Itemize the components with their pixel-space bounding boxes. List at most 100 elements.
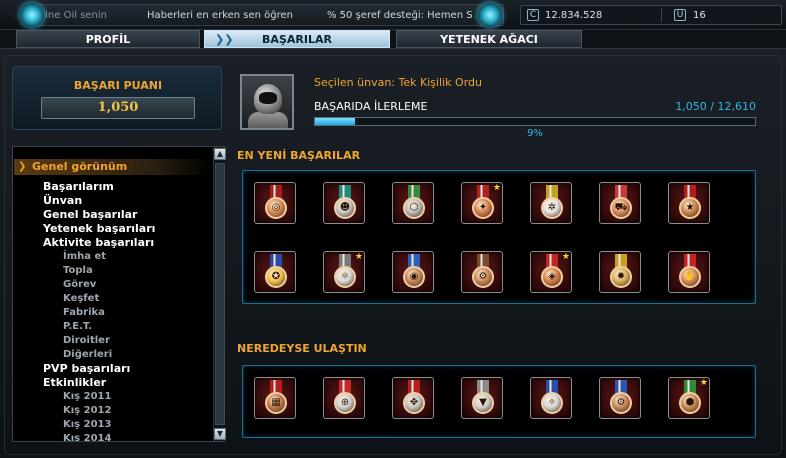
- medal-disc: ⛟: [610, 197, 632, 219]
- medal-disc: ✥: [403, 392, 425, 414]
- medal-emblem-icon: ⬢: [685, 397, 695, 408]
- currency-display: C 12.834.528 U 16: [520, 5, 782, 25]
- medal-emblem-icon: ◉: [409, 271, 419, 282]
- medal-disc: ✲: [541, 197, 563, 219]
- category-item[interactable]: Fabrika: [63, 306, 105, 319]
- alien-medal-icon[interactable]: ☻: [323, 182, 365, 224]
- category-item[interactable]: Topla: [63, 264, 93, 277]
- medal-disc: ⬡: [403, 197, 425, 219]
- category-item[interactable]: Kış 2014: [63, 432, 111, 441]
- medal-disc: ◈: [541, 266, 563, 288]
- bronze-shield-medal-icon[interactable]: ◉: [392, 251, 434, 293]
- category-item[interactable]: Kış 2012: [63, 404, 111, 417]
- selected-title: Seçilen ünvan: Tek Kişilik Ordu: [314, 76, 482, 89]
- gold-wheel-medal-icon[interactable]: ✲: [530, 182, 572, 224]
- achievement-score-box: BAŞARI PUANI 1,050: [12, 66, 222, 130]
- medal-emblem-icon: ★: [685, 202, 695, 213]
- medal-emblem-icon: ✲: [547, 202, 557, 213]
- medal-disc: ◎: [265, 197, 287, 219]
- category-item[interactable]: Keşfet: [63, 292, 99, 305]
- medal-emblem-icon: ☻: [339, 202, 351, 213]
- avatar-body: [248, 112, 288, 128]
- tab-skill-tree-label: YETENEK AĞACI: [440, 33, 538, 46]
- tab-skill-tree[interactable]: YETENEK AĞACI: [396, 30, 582, 48]
- bronze-hand-medal-icon[interactable]: ✋: [668, 251, 710, 293]
- category-item[interactable]: Aktivite başarıları: [43, 236, 154, 249]
- winged-medal-icon[interactable]: ✥: [392, 377, 434, 419]
- category-item[interactable]: Kış 2011: [63, 390, 111, 403]
- medal-disc: ☻: [334, 197, 356, 219]
- medal-disc: ▦: [265, 392, 287, 414]
- bronze-medal-icon[interactable]: ◎: [254, 182, 296, 224]
- category-list: ❯ Genel görünüm Başarılarım Ünvan Genel ba…: [12, 146, 226, 442]
- triangle-medal-icon[interactable]: ▼: [461, 377, 503, 419]
- chevron-right-icon: ❯❯: [215, 33, 234, 46]
- avatar: [240, 74, 294, 130]
- medal-emblem-icon: ✥: [409, 397, 419, 408]
- medal-emblem-icon: ⊕: [340, 397, 350, 408]
- bronze-ships-medal-icon[interactable]: ⛟: [599, 182, 641, 224]
- almost-achievements-panel: ▦ ⊕ ✥ ▼ ✧ ⚙ ⬢ ★: [242, 365, 756, 438]
- scroll-down-button[interactable]: ▼: [214, 428, 226, 440]
- ticker-text-1: rtrine Oil senin: [33, 10, 108, 21]
- top-bar: rtrine Oil senin Haberleri en erken sen …: [0, 0, 786, 30]
- score-value: 1,050: [41, 97, 195, 119]
- gold-medal-icon[interactable]: ✪: [254, 251, 296, 293]
- ticker-text-3: % 50 şeref desteği: Hemen S: [327, 10, 473, 21]
- medal-emblem-icon: ▦: [271, 397, 281, 408]
- crosshair-medal-icon[interactable]: ⊕: [323, 377, 365, 419]
- bronze-gear-medal-icon[interactable]: ⚙: [599, 377, 641, 419]
- uridium-icon: U: [674, 9, 686, 21]
- category-item[interactable]: Diroitler: [63, 334, 110, 347]
- medal-emblem-icon: ◎: [271, 202, 281, 213]
- copper-crest-medal-icon[interactable]: ◈ ★: [530, 251, 572, 293]
- scroll-thumb[interactable]: [215, 163, 225, 425]
- news-ticker[interactable]: rtrine Oil senin Haberleri en erken sen …: [28, 4, 504, 26]
- medal-disc: ✦: [472, 197, 494, 219]
- medal-disc: ⊕: [334, 392, 356, 414]
- category-item[interactable]: Genel başarılar: [43, 208, 137, 221]
- tab-profile[interactable]: PROFİL: [16, 30, 200, 48]
- category-item[interactable]: Ünvan: [43, 194, 82, 207]
- orb-left-icon: [20, 3, 44, 27]
- medal-disc: ⚙: [610, 392, 632, 414]
- category-item[interactable]: Diğerleri: [63, 348, 112, 361]
- category-item[interactable]: Etkinlikler: [43, 376, 106, 389]
- chevron-right-icon: ❯: [18, 161, 27, 172]
- medal-emblem-icon: ⛟: [614, 202, 628, 213]
- medal-disc: ⚛: [334, 266, 356, 288]
- category-scrollbar[interactable]: ▲ ▼: [213, 147, 226, 441]
- star-icon: ★: [699, 378, 708, 388]
- medal-emblem-icon: ✦: [478, 202, 488, 213]
- latest-achievements-panel: ◎ ☻ ⬡ ✦ ★ ✲ ⛟ ★ ✪ ⚛ ★ ◉ ⚙ ◈ ★ ✹ ✋: [242, 170, 756, 304]
- tab-bar: PROFİL ❯❯ BAŞARILAR YETENEK AĞACI: [0, 30, 786, 48]
- gear-medal-icon[interactable]: ⚙: [461, 251, 503, 293]
- green-hex-medal-icon[interactable]: ⬢ ★: [668, 377, 710, 419]
- credits-icon: C: [527, 9, 539, 21]
- category-item[interactable]: Başarılarım: [43, 180, 114, 193]
- score-label: BAŞARI PUANI: [73, 79, 163, 92]
- category-item[interactable]: PVP başarıları: [43, 362, 130, 375]
- atom-medal-icon[interactable]: ⚛ ★: [323, 251, 365, 293]
- star-shield-medal-icon[interactable]: ✧: [530, 377, 572, 419]
- medal-disc: ✹: [610, 266, 632, 288]
- medal-disc: ⬢: [679, 392, 701, 414]
- category-item[interactable]: İmha et: [63, 250, 106, 263]
- category-item[interactable]: Kış 2013: [63, 418, 111, 431]
- silver-hex-medal-icon[interactable]: ⬡: [392, 182, 434, 224]
- copper-medal-icon[interactable]: ✦ ★: [461, 182, 503, 224]
- credits-value: 12.834.528: [545, 10, 603, 21]
- bronze-star-medal-icon[interactable]: ★: [668, 182, 710, 224]
- tab-achievements[interactable]: ❯❯ BAŞARILAR: [204, 30, 390, 48]
- category-item[interactable]: Yetenek başarıları: [43, 222, 155, 235]
- progress-count: 1,050 / 12,610: [675, 100, 756, 113]
- medal-emblem-icon: ▼: [479, 397, 487, 408]
- category-item[interactable]: Görev: [63, 278, 96, 291]
- category-item[interactable]: P.E.T.: [63, 320, 92, 333]
- category-overview[interactable]: ❯ Genel görünüm: [14, 159, 211, 175]
- medal-disc: ▼: [472, 392, 494, 414]
- scroll-up-button[interactable]: ▲: [214, 148, 226, 160]
- sun-medal-icon[interactable]: ✹: [599, 251, 641, 293]
- square-medal-icon[interactable]: ▦: [254, 377, 296, 419]
- ticker-text-2: Haberleri en erken sen öğren: [147, 10, 294, 21]
